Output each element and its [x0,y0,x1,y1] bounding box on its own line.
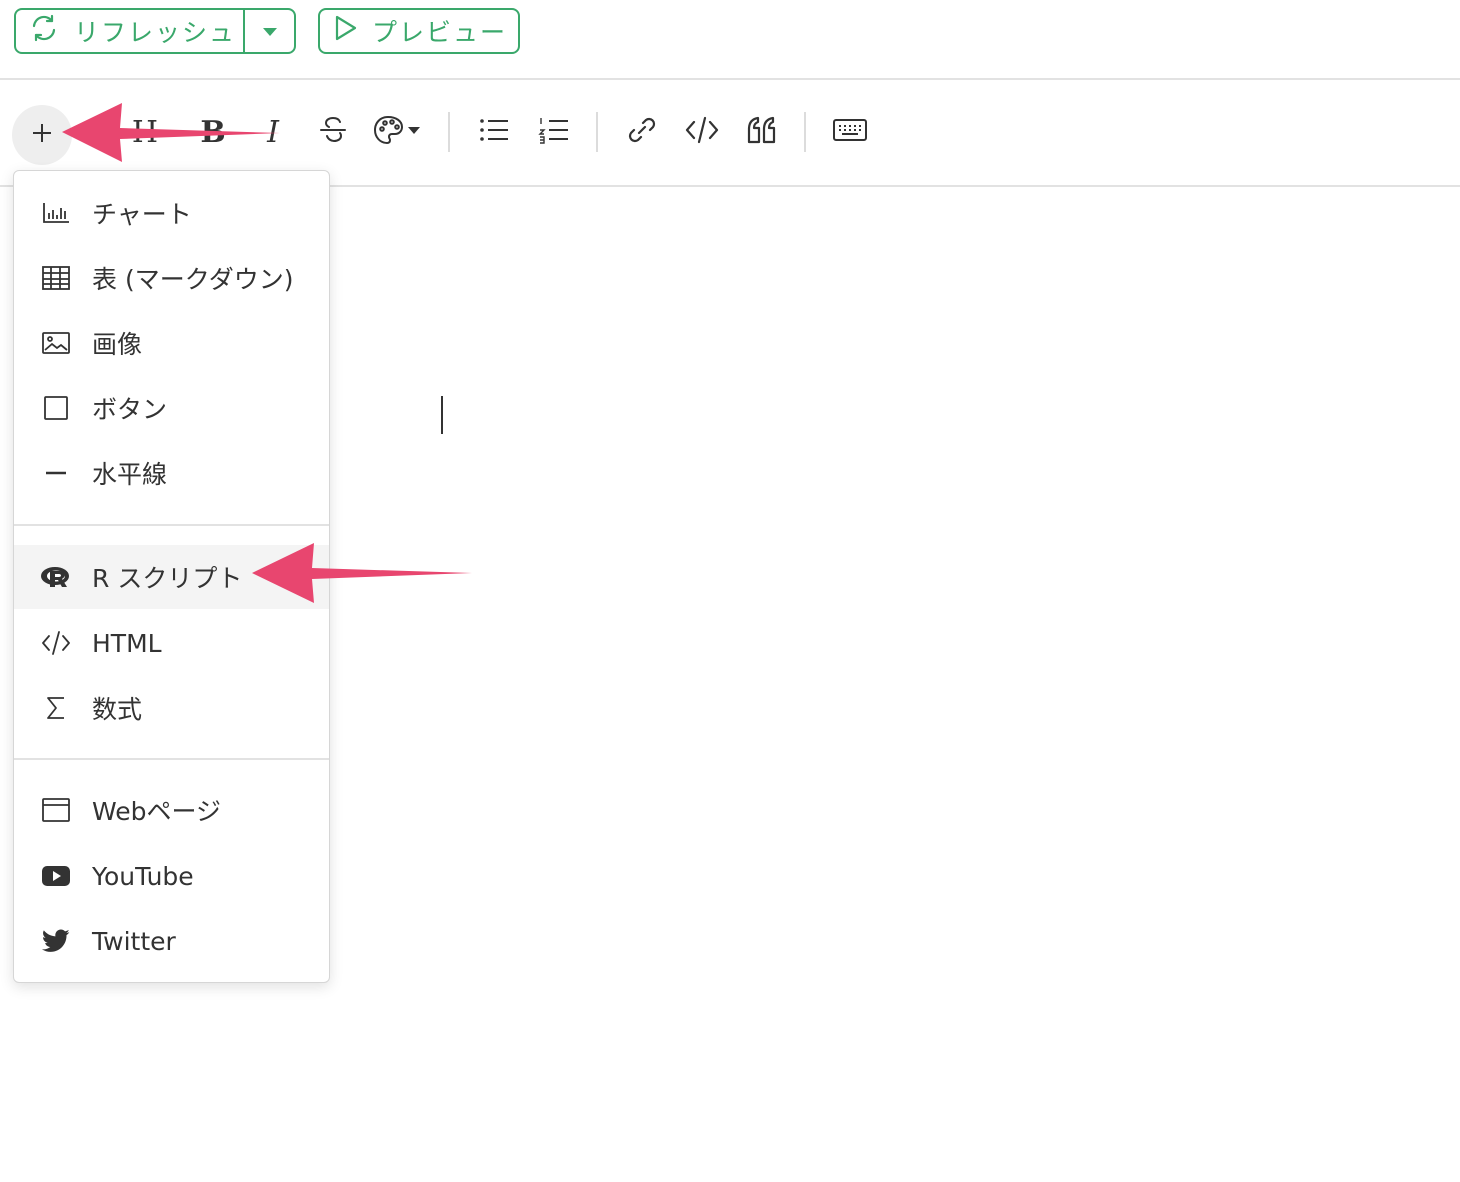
menu-item-twitter[interactable]: Twitter [14,909,329,973]
menu-separator [14,524,329,526]
menu-item-youtube[interactable]: YouTube [14,844,329,908]
keyboard-shortcuts-button[interactable] [832,112,868,152]
menu-separator [14,758,329,760]
menu-item-label: Webページ [92,797,222,826]
menu-item-label: YouTube [92,861,194,891]
play-icon [334,14,358,48]
text-cursor [441,396,443,434]
numbered-list-icon [538,116,570,148]
menu-item-chart[interactable]: チャート [14,181,329,245]
menu-item-html[interactable]: HTML [14,611,329,675]
menu-item-formula[interactable]: 数式 [14,676,329,740]
menu-item-image[interactable]: 画像 [14,311,329,375]
refresh-button-group: リフレッシュ [14,8,296,54]
refresh-button[interactable]: リフレッシュ [16,10,243,52]
menu-item-label: 数式 [92,695,143,724]
menu-item-label: チャート [92,200,192,229]
refresh-label: リフレッシュ [74,18,237,47]
text-color-button[interactable] [372,112,426,152]
button-icon [40,392,72,424]
refresh-dropdown-button[interactable] [243,10,294,52]
menu-item-label: ボタン [92,395,168,424]
refresh-icon [30,14,58,48]
link-icon [626,114,658,150]
menu-item-label: Twitter [92,926,176,956]
youtube-icon [40,860,72,892]
r-logo-icon [40,561,72,593]
table-icon [40,262,72,294]
horizontal-rule-icon [40,457,72,489]
browser-window-icon [40,794,72,826]
code-icon [40,627,72,659]
menu-item-horizontal-rule[interactable]: 水平線 [14,441,329,505]
strikethrough-icon [318,114,348,150]
preview-button[interactable]: プレビュー [318,8,520,54]
code-button[interactable] [684,112,720,152]
bullet-list-icon [478,116,510,148]
twitter-icon [40,925,72,957]
toolbar-separator [448,112,450,152]
menu-item-label: 画像 [92,330,143,359]
bullet-list-button[interactable] [476,112,512,152]
numbered-list-button[interactable] [536,112,572,152]
preview-label: プレビュー [372,18,508,47]
top-action-bar: リフレッシュ プレビュー [0,0,1460,78]
menu-item-webpage[interactable]: Webページ [14,778,329,842]
menu-item-label: 水平線 [92,460,168,489]
menu-item-label: R スクリプト [92,564,243,593]
link-button[interactable] [624,112,660,152]
code-icon [685,115,719,149]
sigma-icon [40,692,72,724]
menu-item-table[interactable]: 表 (マークダウン) [14,246,329,310]
keyboard-icon [833,118,867,146]
quote-button[interactable] [744,112,780,152]
strikethrough-button[interactable] [316,112,350,152]
menu-item-label: HTML [92,628,162,658]
toolbar-separator [804,112,806,152]
plus-icon [31,122,53,148]
palette-icon [372,114,426,150]
annotation-arrow [62,103,280,162]
image-icon [40,327,72,359]
caret-down-icon [262,22,278,41]
annotation-arrow [252,543,472,603]
chart-icon [40,197,72,229]
toolbar-separator [596,112,598,152]
menu-item-button[interactable]: ボタン [14,376,329,440]
menu-item-label: 表 (マークダウン) [92,265,294,294]
quote-icon [746,115,778,149]
